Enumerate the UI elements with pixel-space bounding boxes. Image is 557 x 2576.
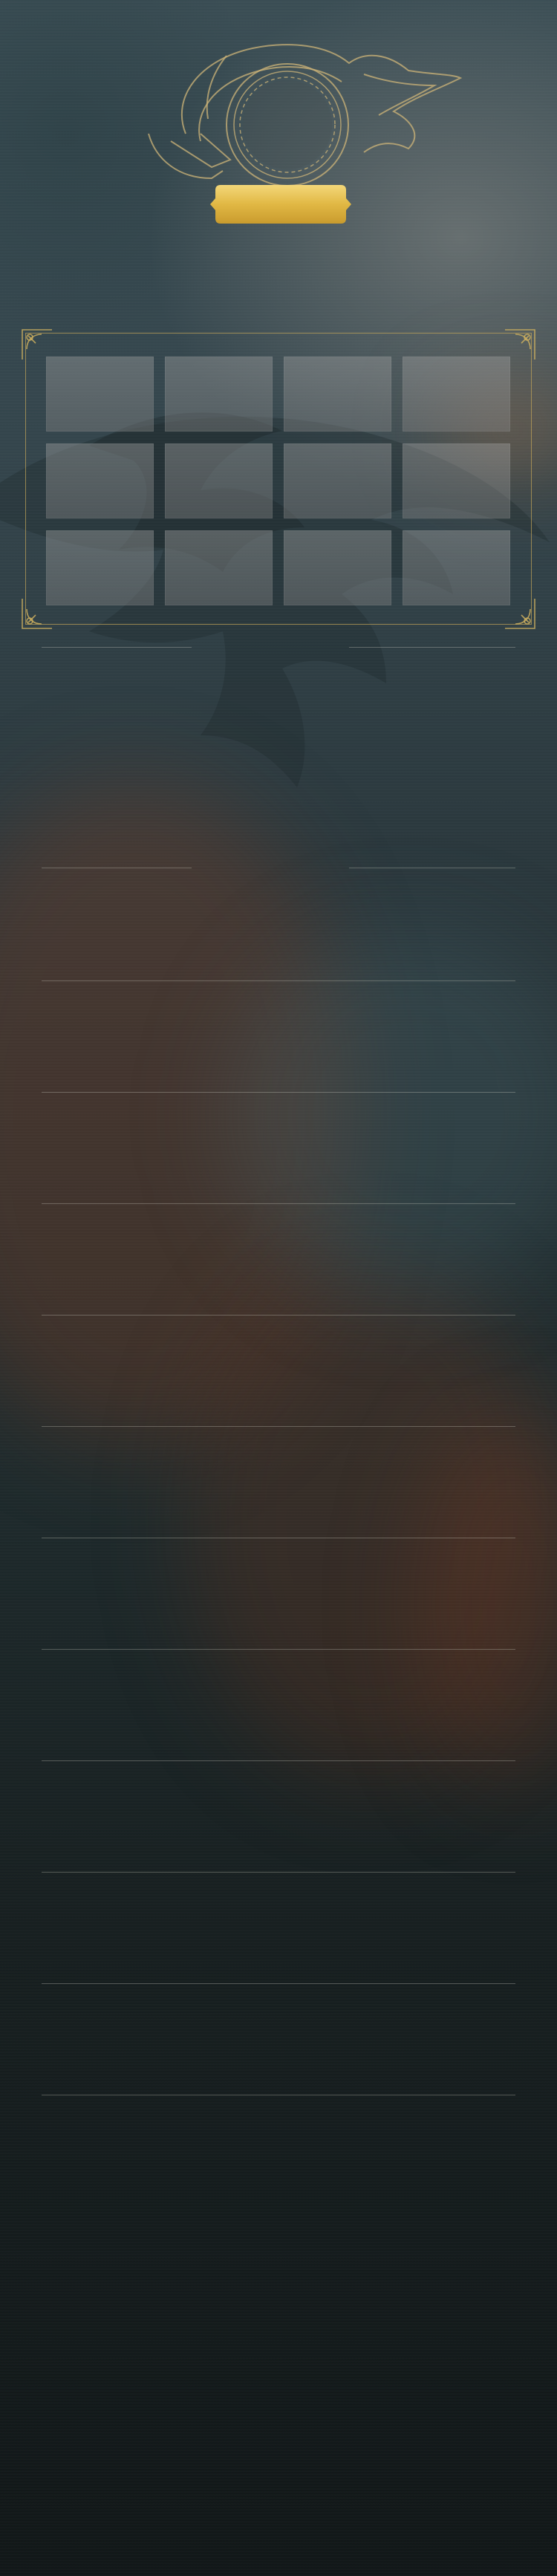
emblem-grid (46, 357, 510, 605)
grid-tile[interactable] (165, 357, 273, 432)
section-divider (42, 647, 192, 648)
player-name (212, 185, 349, 224)
grid-tile[interactable] (46, 357, 154, 432)
grid-tile[interactable] (403, 530, 510, 605)
grid-tile[interactable] (165, 443, 273, 518)
grid-tile[interactable] (165, 530, 273, 605)
grid-tile[interactable] (284, 357, 391, 432)
section-divider (42, 1983, 515, 1984)
grid-tile[interactable] (284, 443, 391, 518)
section-divider (42, 980, 515, 981)
grid-tile[interactable] (403, 443, 510, 518)
grid-tile[interactable] (46, 443, 154, 518)
grid-tile[interactable] (403, 357, 510, 432)
grid-tile[interactable] (46, 530, 154, 605)
grid-tile[interactable] (284, 530, 391, 605)
section-divider (349, 647, 515, 648)
section-divider (42, 1649, 515, 1650)
section-divider (42, 1092, 515, 1093)
section-divider (42, 1760, 515, 1761)
section-divider (42, 1872, 515, 1873)
section-divider (42, 1203, 515, 1204)
section-divider (42, 1426, 515, 1427)
